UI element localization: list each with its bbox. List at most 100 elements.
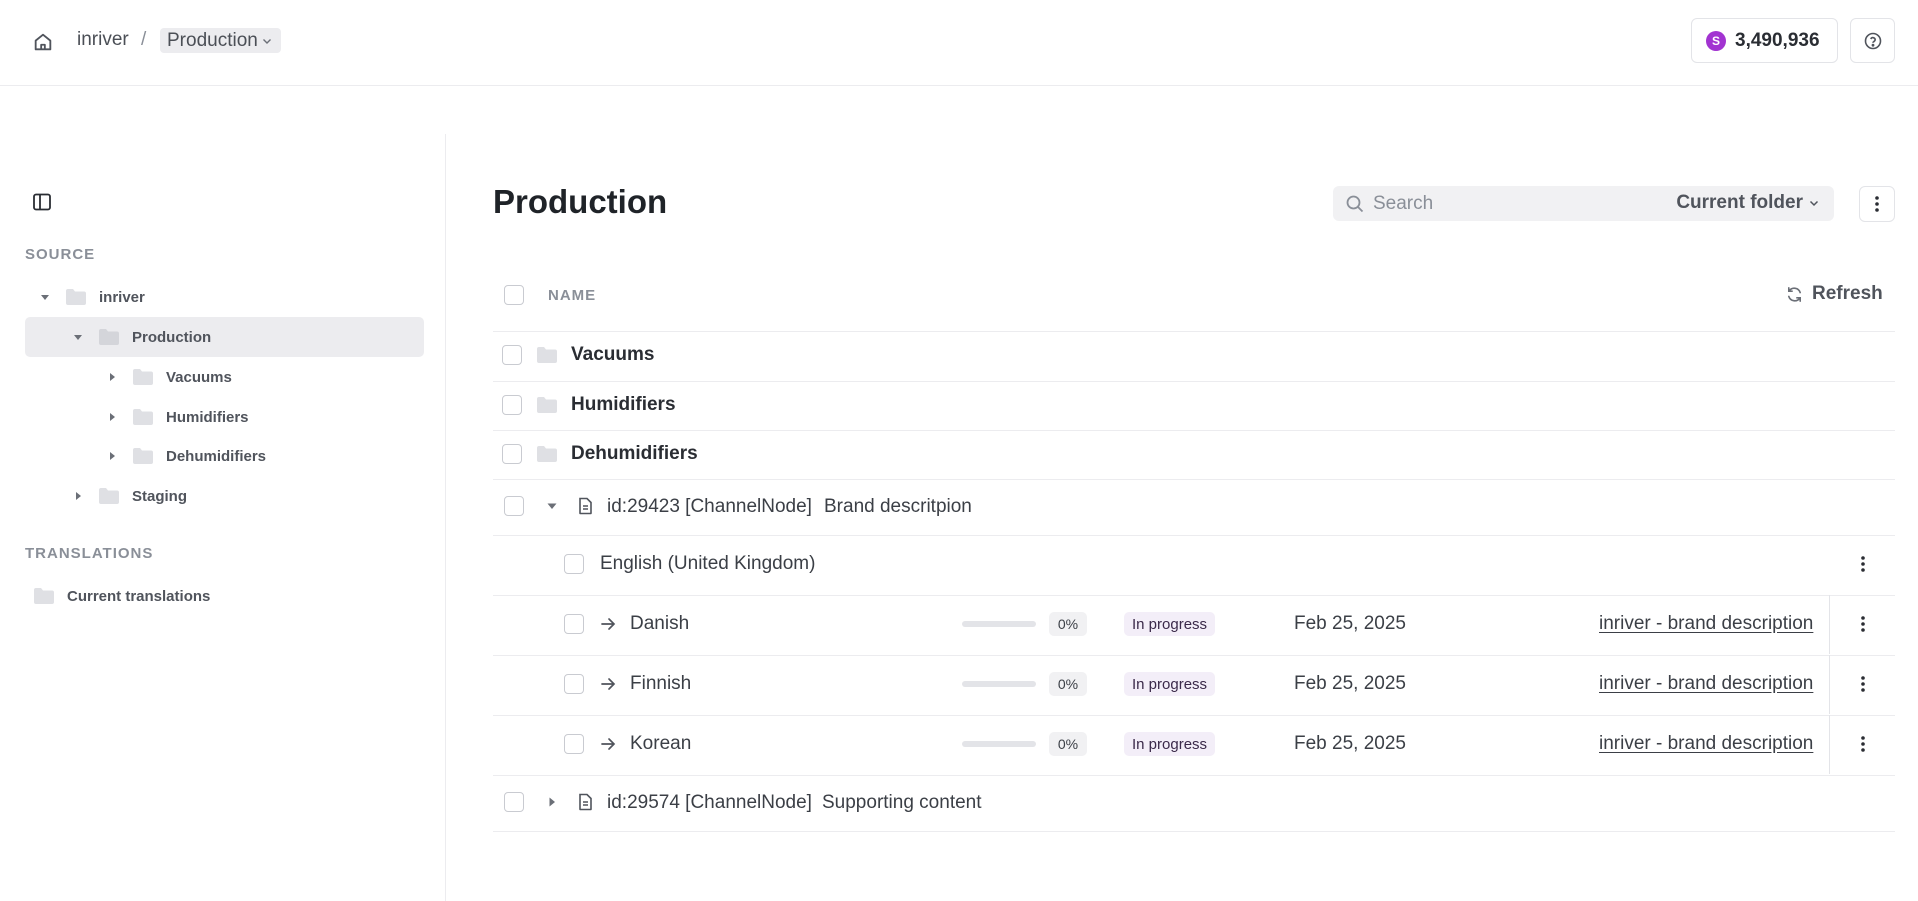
divider [493, 715, 1895, 716]
folder-icon [537, 347, 557, 363]
folder-icon [133, 448, 153, 464]
credits-icon: S [1706, 30, 1726, 51]
translation-language: Korean [630, 733, 692, 754]
caret-right-icon[interactable] [546, 796, 558, 808]
divider [493, 430, 1895, 431]
row-checkbox[interactable] [504, 792, 524, 812]
row-checkbox[interactable] [564, 674, 584, 694]
row-checkbox[interactable] [564, 614, 584, 634]
tree-item-label: inriver [99, 288, 145, 306]
caret-right-icon[interactable] [107, 372, 117, 382]
status-badge: In progress [1124, 732, 1216, 756]
breadcrumb-separator: / [141, 29, 147, 50]
translation-project-link[interactable]: inriver - brand description [1599, 613, 1813, 635]
divider [1829, 655, 1830, 714]
row-menu-button[interactable] [1854, 553, 1872, 575]
folder-icon [99, 488, 119, 504]
divider [493, 479, 1895, 480]
row-menu-button[interactable] [1854, 673, 1872, 695]
breadcrumb-root[interactable]: inriver [77, 29, 129, 51]
document-icon [579, 497, 592, 515]
row-checkbox[interactable] [564, 554, 584, 574]
caret-down-icon[interactable] [546, 500, 558, 512]
folder-icon [133, 369, 153, 385]
caret-right-icon[interactable] [107, 412, 117, 422]
row-menu-button[interactable] [1854, 613, 1872, 635]
select-all-checkbox[interactable] [504, 285, 524, 305]
more-options-button[interactable] [1859, 186, 1895, 222]
divider [493, 775, 1895, 776]
kebab-icon [1861, 616, 1865, 632]
row-checkbox[interactable] [564, 734, 584, 754]
help-button[interactable] [1850, 18, 1895, 63]
current-translations-item[interactable]: Current translations [25, 576, 424, 616]
row-checkbox[interactable] [502, 345, 522, 365]
progress-percent: 0% [1049, 672, 1087, 696]
search-input[interactable] [1373, 192, 1673, 215]
folder-icon [133, 409, 153, 425]
row-checkbox[interactable] [504, 496, 524, 516]
credits-value: 3,490,936 [1735, 29, 1820, 51]
credits-balance[interactable]: S 3,490,936 [1691, 18, 1838, 63]
row-checkbox[interactable] [502, 444, 522, 464]
source-section-label: SOURCE [25, 246, 96, 263]
channel-node-description: Brand descritpion [824, 496, 972, 517]
row-menu-button[interactable] [1854, 733, 1872, 755]
translation-project-link[interactable]: inriver - brand description [1599, 733, 1813, 755]
caret-down-icon[interactable] [40, 292, 50, 302]
tree-item-staging[interactable]: Staging [25, 476, 424, 516]
refresh-icon [1787, 286, 1802, 302]
search-box: Current folder [1333, 186, 1834, 221]
home-icon[interactable] [32, 31, 54, 53]
divider [1829, 715, 1830, 774]
folder-row-vacuums[interactable]: Vacuums [571, 344, 654, 366]
kebab-icon [1861, 556, 1865, 572]
translation-language: Finnish [630, 673, 692, 694]
tree-item-vacuums[interactable]: Vacuums [25, 357, 424, 397]
channel-node-id[interactable]: id:29423 [ChannelNode] [607, 496, 812, 518]
kebab-icon [1861, 676, 1865, 692]
translation-project-link[interactable]: inriver - brand description [1599, 673, 1813, 695]
page-title: Production [493, 183, 668, 220]
row-checkbox[interactable] [502, 395, 522, 415]
sidebar-toggle-icon[interactable] [31, 191, 53, 213]
refresh-label: Refresh [1812, 283, 1883, 304]
folder-row-humidifiers[interactable]: Humidifiers [571, 394, 676, 416]
caret-right-icon[interactable] [73, 491, 83, 501]
caret-down-icon[interactable] [73, 332, 83, 342]
tree-item-label: Humidifiers [166, 408, 249, 426]
search-scope-select[interactable]: Current folder [1676, 192, 1820, 214]
breadcrumb-current-label: Production [167, 30, 258, 51]
tree-item-dehumidifiers[interactable]: Dehumidifiers [25, 436, 424, 476]
folder-row-dehumidifiers[interactable]: Dehumidifiers [571, 443, 698, 465]
progress-percent: 0% [1049, 612, 1087, 636]
channel-node-id[interactable]: id:29574 [ChannelNode] [607, 792, 812, 814]
tree-item-production[interactable]: Production [25, 317, 424, 357]
current-translations-label: Current translations [67, 587, 211, 605]
refresh-button[interactable]: Refresh [1785, 283, 1883, 305]
breadcrumb-current-dropdown[interactable]: Production [160, 28, 281, 53]
folder-icon [537, 397, 557, 413]
folder-icon [537, 446, 557, 462]
progress-bar [962, 741, 1036, 747]
translations-section-label: TRANSLATIONS [25, 545, 154, 562]
divider [493, 535, 1895, 536]
tree-item-humidifiers[interactable]: Humidifiers [25, 397, 424, 437]
kebab-icon [1875, 196, 1879, 212]
chevron-down-icon [1809, 200, 1819, 207]
chevron-down-icon [262, 38, 271, 44]
status-badge: In progress [1124, 612, 1216, 636]
source-language-label: English (United Kingdom) [600, 553, 816, 574]
progress-bar [962, 681, 1036, 687]
divider [493, 655, 1895, 656]
caret-right-icon[interactable] [107, 451, 117, 461]
divider [493, 595, 1895, 596]
folder-icon [99, 329, 119, 345]
divider [1829, 595, 1830, 654]
search-scope-label: Current folder [1676, 192, 1803, 213]
tree-item-inriver[interactable]: inriver [25, 277, 424, 317]
search-icon [1346, 195, 1364, 212]
status-badge: In progress [1124, 672, 1216, 696]
tree-item-label: Vacuums [166, 368, 232, 386]
divider [493, 331, 1895, 332]
